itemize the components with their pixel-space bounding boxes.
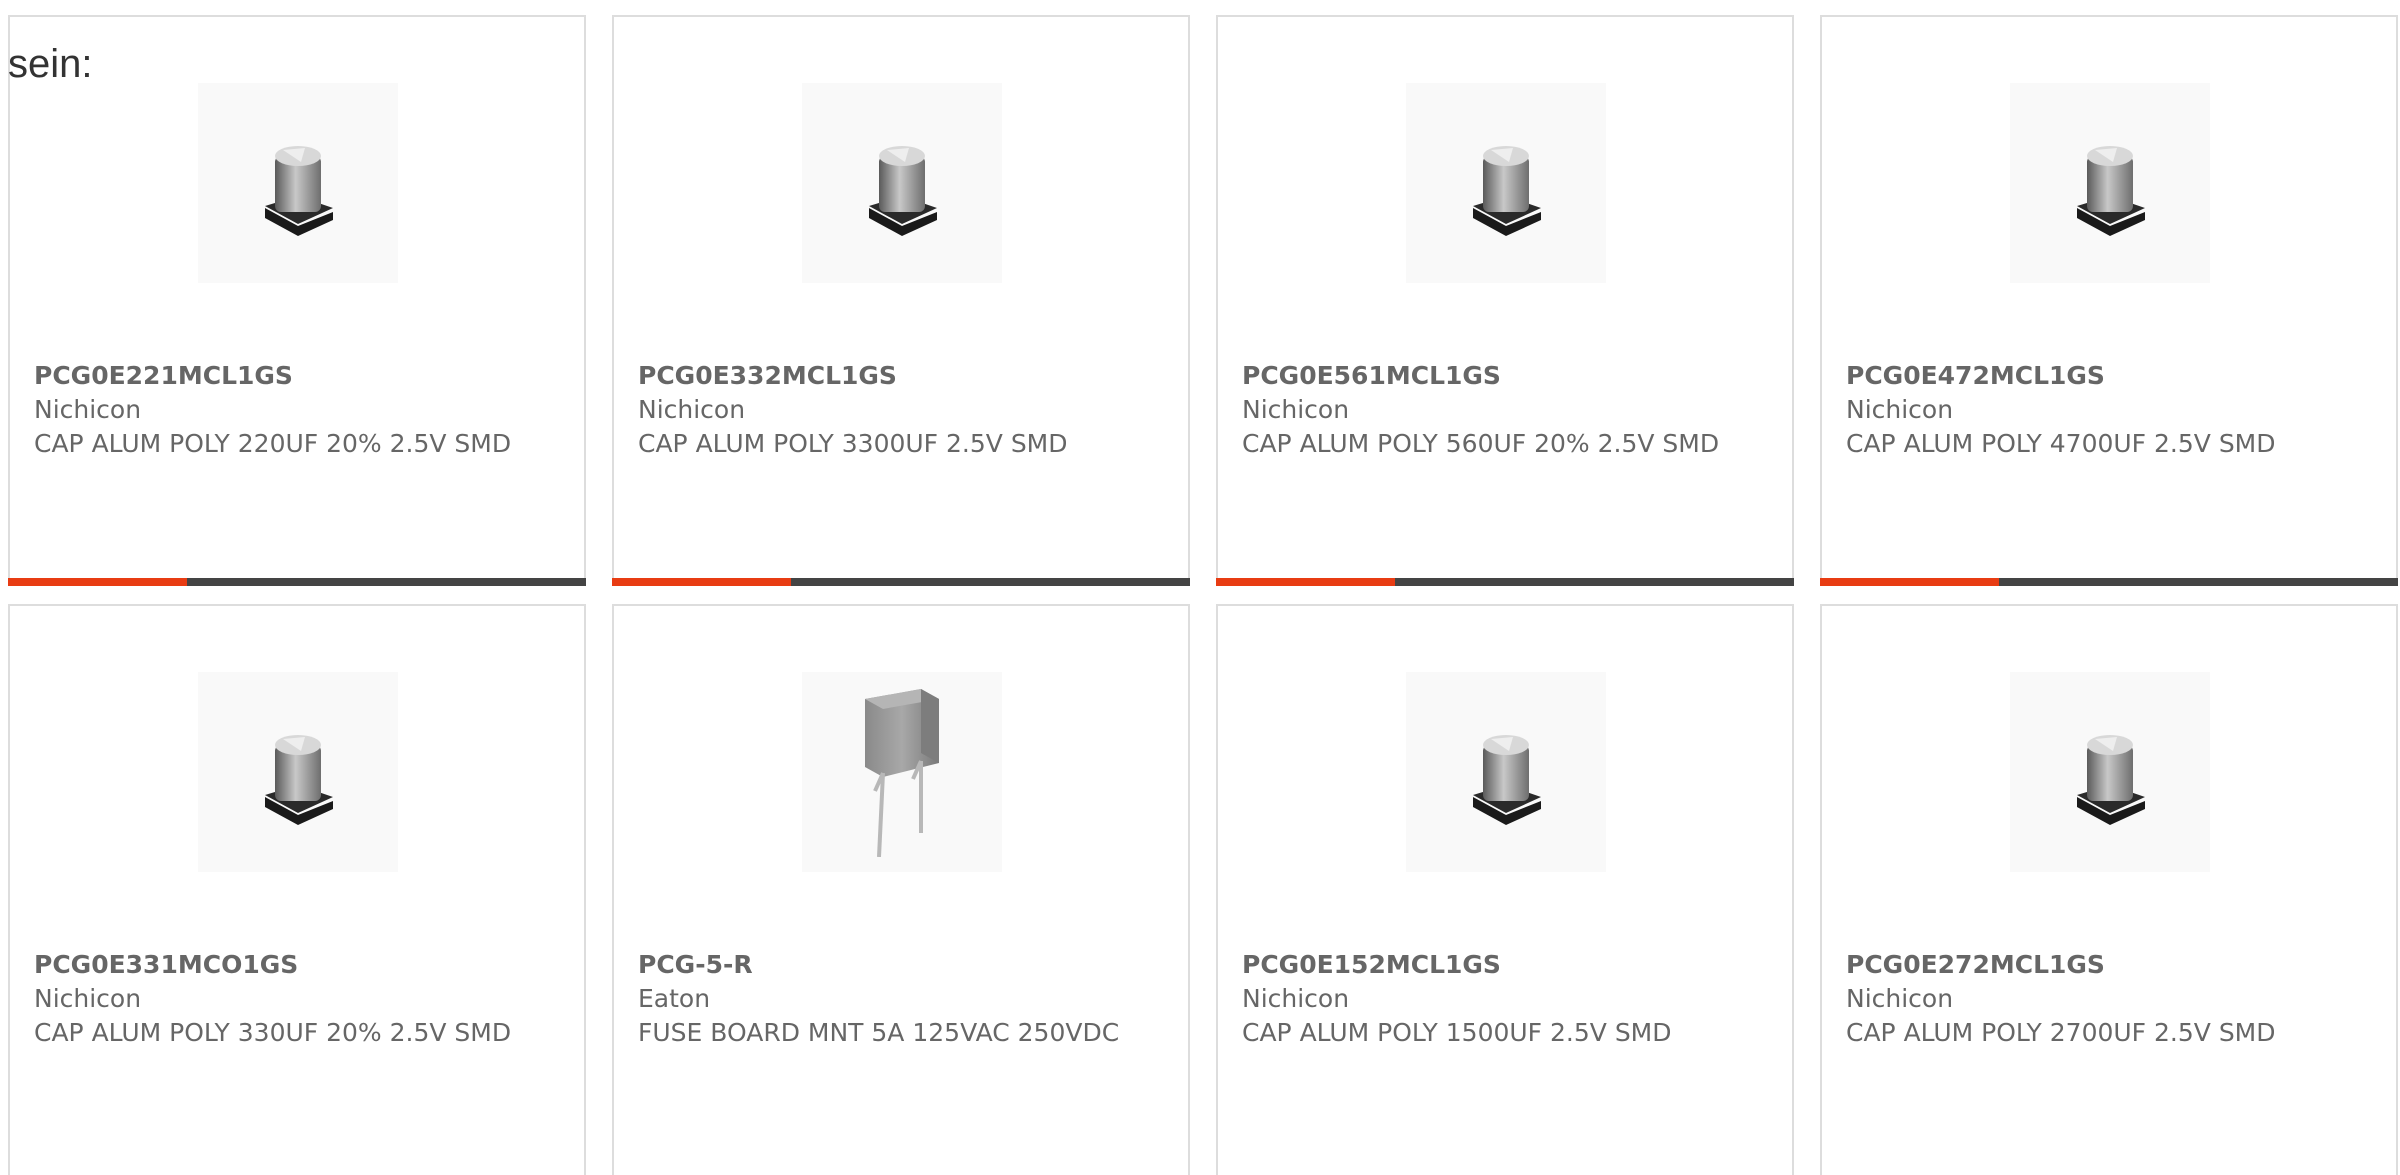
smd-capacitor-icon <box>265 146 333 236</box>
description: CAP ALUM POLY 2700UF 2.5V SMD <box>1846 1018 2276 1047</box>
manufacturer: Nichicon <box>1242 984 1350 1013</box>
product-image[interactable] <box>198 83 398 283</box>
manufacturer: Nichicon <box>638 395 746 424</box>
part-number-link[interactable]: PCG0E152MCL1GS <box>1242 948 1768 982</box>
manufacturer: Nichicon <box>1846 984 1954 1013</box>
description: CAP ALUM POLY 560UF 20% 2.5V SMD <box>1242 429 1720 458</box>
product-card[interactable]: PCG0E561MCL1GS Nichicon CAP ALUM POLY 56… <box>1216 15 1794 586</box>
product-image[interactable] <box>2010 83 2210 283</box>
smd-capacitor-icon <box>2077 735 2145 825</box>
manufacturer: Nichicon <box>34 395 142 424</box>
progress-bar <box>1820 578 2398 586</box>
manufacturer: Nichicon <box>1242 395 1350 424</box>
product-image[interactable] <box>1406 672 1606 872</box>
progress-fill <box>1820 578 2000 586</box>
product-card[interactable]: PCG0E472MCL1GS Nichicon CAP ALUM POLY 47… <box>1820 15 2398 586</box>
smd-capacitor-icon <box>265 735 333 825</box>
description: CAP ALUM POLY 3300UF 2.5V SMD <box>638 429 1068 458</box>
smd-capacitor-icon <box>2077 146 2145 236</box>
product-info: PCG0E472MCL1GS Nichicon CAP ALUM POLY 47… <box>1846 359 2372 461</box>
part-number-link[interactable]: PCG0E221MCL1GS <box>34 359 560 393</box>
product-card[interactable]: PCG0E272MCL1GS Nichicon CAP ALUM POLY 27… <box>1820 604 2398 1175</box>
progress-bar <box>612 578 1190 586</box>
product-card[interactable]: PCG-5-R Eaton FUSE BOARD MNT 5A 125VAC 2… <box>612 604 1190 1175</box>
part-number-link[interactable]: PCG0E332MCL1GS <box>638 359 1164 393</box>
manufacturer: Nichicon <box>1846 395 1954 424</box>
smd-capacitor-icon <box>869 146 937 236</box>
description: CAP ALUM POLY 1500UF 2.5V SMD <box>1242 1018 1672 1047</box>
product-info: PCG0E221MCL1GS Nichicon CAP ALUM POLY 22… <box>34 359 560 461</box>
part-number-link[interactable]: PCG0E331MCO1GS <box>34 948 560 982</box>
product-image[interactable] <box>802 83 1002 283</box>
product-info: PCG-5-R Eaton FUSE BOARD MNT 5A 125VAC 2… <box>638 948 1164 1050</box>
description: CAP ALUM POLY 220UF 20% 2.5V SMD <box>34 429 512 458</box>
progress-fill <box>8 578 188 586</box>
progress-fill <box>612 578 792 586</box>
product-image[interactable] <box>198 672 398 872</box>
part-number-link[interactable]: PCG0E561MCL1GS <box>1242 359 1768 393</box>
product-info: PCG0E561MCL1GS Nichicon CAP ALUM POLY 56… <box>1242 359 1768 461</box>
smd-capacitor-icon <box>1473 735 1541 825</box>
product-card[interactable]: PCG0E332MCL1GS Nichicon CAP ALUM POLY 33… <box>612 15 1190 586</box>
product-info: PCG0E152MCL1GS Nichicon CAP ALUM POLY 15… <box>1242 948 1768 1050</box>
product-card[interactable]: PCG0E331MCO1GS Nichicon CAP ALUM POLY 33… <box>8 604 586 1175</box>
intro-text: sein: <box>8 42 93 86</box>
manufacturer: Eaton <box>638 984 711 1013</box>
part-number-link[interactable]: PCG-5-R <box>638 948 1164 982</box>
smd-capacitor-icon <box>1473 146 1541 236</box>
progress-bar <box>1216 578 1794 586</box>
product-image[interactable] <box>802 672 1002 872</box>
description: CAP ALUM POLY 330UF 20% 2.5V SMD <box>34 1018 512 1047</box>
progress-bar <box>8 578 586 586</box>
progress-fill <box>1216 578 1396 586</box>
product-image[interactable] <box>2010 672 2210 872</box>
product-grid: PCG0E221MCL1GS Nichicon CAP ALUM POLY 22… <box>8 15 2398 1175</box>
description: FUSE BOARD MNT 5A 125VAC 250VDC <box>638 1018 1120 1047</box>
product-card[interactable]: PCG0E221MCL1GS Nichicon CAP ALUM POLY 22… <box>8 15 586 586</box>
description: CAP ALUM POLY 4700UF 2.5V SMD <box>1846 429 2276 458</box>
board-fuse-icon <box>865 689 939 857</box>
product-info: PCG0E272MCL1GS Nichicon CAP ALUM POLY 27… <box>1846 948 2372 1050</box>
product-info: PCG0E332MCL1GS Nichicon CAP ALUM POLY 33… <box>638 359 1164 461</box>
product-card[interactable]: PCG0E152MCL1GS Nichicon CAP ALUM POLY 15… <box>1216 604 1794 1175</box>
product-info: PCG0E331MCO1GS Nichicon CAP ALUM POLY 33… <box>34 948 560 1050</box>
part-number-link[interactable]: PCG0E272MCL1GS <box>1846 948 2372 982</box>
product-image[interactable] <box>1406 83 1606 283</box>
part-number-link[interactable]: PCG0E472MCL1GS <box>1846 359 2372 393</box>
manufacturer: Nichicon <box>34 984 142 1013</box>
